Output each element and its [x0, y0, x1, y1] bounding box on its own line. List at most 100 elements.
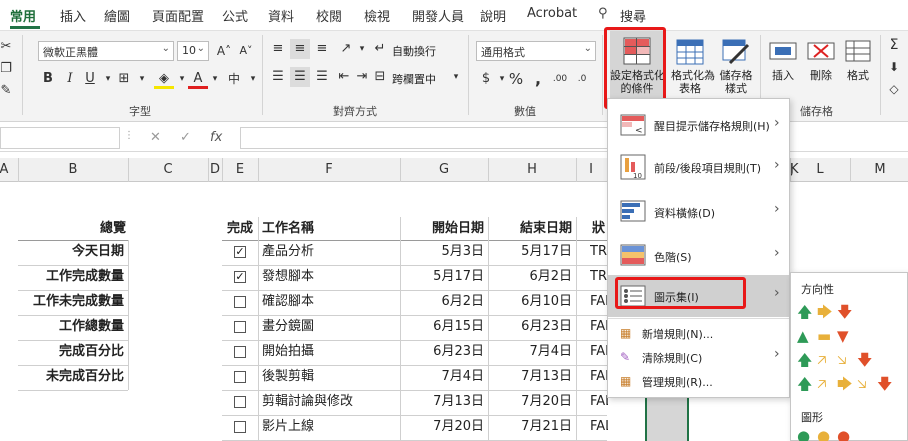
summary-row-label[interactable]: 工作完成數量 [18, 265, 124, 289]
merge-center-button[interactable]: 跨欄置中 [392, 71, 436, 87]
up-right-arrow-yellow-icon[interactable]: 🡥 [817, 353, 827, 368]
task-name-cell[interactable]: 剪輯討論與修改 [262, 390, 398, 414]
fill-icon[interactable]: ⬇ [884, 57, 904, 77]
tab-acrobat[interactable]: Acrobat [527, 6, 577, 21]
merge-center-icon[interactable]: ⊟ [370, 67, 390, 87]
task-header-end[interactable]: 結束日期 [488, 217, 572, 241]
task-start-cell[interactable]: 7月20日 [400, 415, 484, 439]
align-top-icon[interactable]: ≡ [268, 39, 288, 59]
down-arrow-red-icon[interactable]: 🡇 [837, 305, 852, 320]
align-left-icon[interactable]: ☰ [268, 67, 288, 87]
task-end-cell[interactable]: 6月10日 [488, 290, 572, 314]
tab-review[interactable]: 校閱 [316, 6, 342, 25]
task-name-cell[interactable]: 開始拍攝 [262, 340, 398, 364]
column-header-b[interactable]: B [18, 162, 128, 177]
circle-green-icon[interactable]: ● [797, 429, 810, 441]
fill-color-icon[interactable]: ◈ [154, 69, 174, 89]
task-header-done[interactable]: 完成 [222, 217, 258, 241]
task-status-cell[interactable]: FALSE [590, 315, 608, 339]
percent-icon[interactable]: % [506, 69, 526, 89]
enter-icon[interactable]: ✓ [180, 130, 191, 145]
done-checkbox[interactable] [234, 321, 246, 333]
down-right-arrow-yellow-icon[interactable]: 🡦 [837, 353, 847, 368]
summary-header[interactable]: 總覽 [18, 217, 208, 241]
right-arrow-yellow-icon[interactable]: 🡆 [837, 377, 853, 392]
tab-draw[interactable]: 繪圖 [104, 6, 130, 25]
increase-font-icon[interactable]: A˄ [214, 41, 234, 61]
column-header-f[interactable]: F [258, 162, 400, 177]
done-checkbox[interactable] [234, 371, 246, 383]
column-header-g[interactable]: G [400, 162, 488, 177]
task-status-cell[interactable]: TR [590, 240, 608, 264]
right-arrow-yellow-icon[interactable]: 🡆 [817, 305, 833, 320]
done-checkbox[interactable] [234, 396, 246, 408]
underline-button[interactable]: U [80, 69, 100, 89]
chevron-down-icon[interactable]: ▾ [352, 39, 372, 59]
task-end-cell[interactable]: 6月23日 [488, 315, 572, 339]
decrease-font-icon[interactable]: A˅ [236, 41, 256, 61]
align-right-icon[interactable]: ☰ [312, 67, 332, 87]
tab-home[interactable]: 常用 [10, 6, 36, 25]
menu-item-data-bars[interactable]: 資料橫條(D) › [608, 189, 789, 233]
font-name-combo[interactable]: 微軟正黑體 ⌄ [38, 41, 174, 61]
task-status-cell[interactable]: FALSE [590, 415, 608, 439]
task-start-cell[interactable]: 6月2日 [400, 290, 484, 314]
decrease-decimal-icon[interactable]: .0 [572, 69, 592, 89]
column-header-i[interactable]: I [576, 162, 606, 177]
italic-button[interactable]: I [60, 69, 80, 89]
phonetic-icon[interactable]: 中 [224, 69, 244, 89]
chevron-down-icon[interactable]: ▾ [243, 69, 263, 89]
column-header-a[interactable]: A [0, 162, 14, 177]
down-right-arrow-yellow-icon[interactable]: 🡦 [857, 377, 867, 392]
tab-insert[interactable]: 插入 [60, 6, 86, 25]
task-name-cell[interactable]: 畫分鏡圖 [262, 315, 398, 339]
summary-row-label[interactable]: 完成百分比 [18, 340, 124, 364]
task-name-cell[interactable]: 產品分析 [262, 240, 398, 264]
increase-indent-icon[interactable]: ⇥ [352, 67, 372, 87]
align-bottom-icon[interactable]: ≡ [312, 39, 332, 59]
column-header-l[interactable]: L [790, 162, 850, 177]
task-end-cell[interactable]: 7月21日 [488, 415, 572, 439]
task-start-cell[interactable]: 7月4日 [400, 365, 484, 389]
tab-search[interactable]: 搜尋 [620, 6, 646, 25]
format-painter-icon[interactable]: ✎ [0, 81, 16, 101]
insert-cells-button[interactable]: 插入 [764, 31, 802, 107]
chevron-down-icon[interactable]: ▾ [132, 69, 152, 89]
tab-developer[interactable]: 開發人員 [412, 6, 464, 25]
format-cells-button[interactable]: 格式 [840, 31, 876, 107]
task-start-cell[interactable]: 7月13日 [400, 390, 484, 414]
task-header-name[interactable]: 工作名稱 [262, 217, 398, 241]
up-arrow-green-icon[interactable]: 🡅 [797, 305, 812, 320]
wrap-text-button[interactable]: 自動換行 [392, 43, 436, 59]
up-right-arrow-yellow-icon[interactable]: 🡥 [817, 377, 827, 392]
task-end-cell[interactable]: 7月13日 [488, 365, 572, 389]
chevron-down-icon[interactable]: ▾ [446, 67, 466, 87]
format-as-table-button[interactable]: 格式化為 表格 [668, 31, 715, 107]
search-icon[interactable]: ⚲ [598, 6, 608, 21]
column-header-m[interactable]: M [850, 162, 908, 177]
task-end-cell[interactable]: 7月20日 [488, 390, 572, 414]
formula-input[interactable] [240, 127, 610, 149]
task-name-cell[interactable]: 發想腳本 [262, 265, 398, 289]
task-name-cell[interactable]: 確認腳本 [262, 290, 398, 314]
bold-button[interactable]: B [38, 69, 58, 89]
up-arrow-green-icon[interactable]: 🡅 [797, 377, 812, 392]
cancel-icon[interactable]: ✕ [150, 130, 161, 145]
clear-icon[interactable]: ◇ [884, 79, 904, 99]
task-start-cell[interactable]: 6月15日 [400, 315, 484, 339]
task-start-cell[interactable]: 5月3日 [400, 240, 484, 264]
down-arrow-red-icon[interactable]: 🡇 [877, 377, 892, 392]
align-middle-icon[interactable]: ≡ [290, 39, 310, 59]
insert-function-icon[interactable]: fx [210, 130, 222, 145]
chevron-down-icon[interactable]: ▾ [205, 69, 225, 89]
menu-item-color-scales[interactable]: 色階(S) › [608, 233, 789, 277]
done-checkbox[interactable] [234, 421, 246, 433]
task-name-cell[interactable]: 後製剪輯 [262, 365, 398, 389]
tab-help[interactable]: 說明 [480, 6, 506, 25]
task-status-cell[interactable]: FALSE [590, 340, 608, 364]
summary-row-label[interactable]: 未完成百分比 [18, 365, 124, 389]
up-arrow-green-icon[interactable]: 🡅 [797, 353, 812, 368]
increase-decimal-icon[interactable]: .00 [550, 69, 570, 89]
tab-view[interactable]: 檢視 [364, 6, 390, 25]
task-status-cell[interactable]: TR [590, 265, 608, 289]
